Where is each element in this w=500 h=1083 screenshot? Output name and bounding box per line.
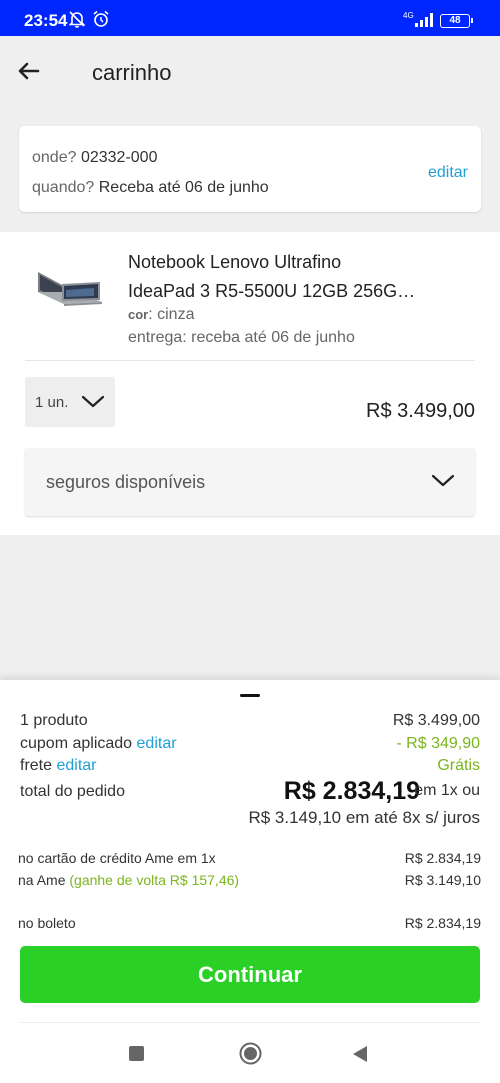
edit-shipping-link[interactable]: editar: [56, 757, 96, 774]
color-value: cinza: [157, 306, 195, 323]
product-name[interactable]: Notebook Lenovo Ultrafino IdeaPad 3 R5-5…: [128, 248, 468, 306]
quantity-value: 1 un.: [35, 394, 69, 411]
product-name-line-2: IdeaPad 3 R5-5500U 12GB 256G…: [128, 281, 416, 301]
app-bar: carrinho: [0, 36, 500, 108]
status-bar: 23:54 4G 48: [0, 0, 500, 36]
network-type: 4G: [403, 11, 414, 20]
where-label: onde?: [32, 149, 77, 166]
products-row: 1 produto R$ 3.499,00: [20, 712, 480, 730]
nav-divider: [20, 1022, 480, 1023]
item-price: R$ 3.499,00: [366, 400, 475, 422]
shipping-value: Grátis: [437, 757, 480, 774]
color-label: cor: [128, 307, 149, 322]
delivery-card: onde? 02332-000 quando? Receba até 06 de…: [19, 126, 481, 212]
zipcode-value: 02332-000: [80, 149, 158, 166]
page-title: carrinho: [92, 60, 172, 85]
nav-back-icon[interactable]: [351, 1044, 369, 1064]
shipping-row: frete editar Grátis: [20, 757, 480, 775]
product-name-line-1: Notebook Lenovo Ultrafino: [128, 252, 342, 272]
shipping-label: frete: [20, 757, 53, 774]
color-separator: :: [148, 306, 158, 323]
ame-cashback: (ganhe de volta R$ 157,46): [69, 872, 240, 888]
coupon-discount-value: - R$ 349,90: [396, 735, 480, 752]
quantity-selector[interactable]: 1 un.: [25, 377, 115, 427]
ame-label: na Ame: [18, 872, 66, 888]
continue-button[interactable]: Continuar: [20, 946, 480, 1003]
nav-home-icon[interactable]: [239, 1042, 262, 1065]
installment-text: R$ 3.149,10 em até 8x s/ juros: [248, 808, 480, 827]
products-value: R$ 3.499,00: [392, 712, 480, 729]
ame-value: R$ 3.149,10: [404, 872, 481, 888]
order-summary-sheet: 1 produto R$ 3.499,00 cupom aplicado edi…: [0, 680, 500, 1083]
alarm-icon: [93, 10, 109, 27]
chevron-down-icon: [81, 395, 105, 408]
cart-item: Notebook Lenovo Ultrafino IdeaPad 3 R5-5…: [0, 232, 500, 535]
delivery-date-value: Receba até 06 de junho: [98, 179, 269, 196]
total-value: R$ 2.834,19: [283, 777, 420, 805]
signal-icon: [415, 13, 433, 27]
delivery-when-row: quando? Receba até 06 de junho: [32, 179, 269, 197]
payment-ame-card-row: no cartão de crédito Ame em 1x R$ 2.834,…: [18, 850, 481, 866]
coupon-row: cupom aplicado editar - R$ 349,90: [20, 735, 480, 753]
coupon-label: cupom aplicado: [20, 735, 133, 752]
products-label: 1 produto: [20, 712, 88, 729]
divider: [25, 360, 475, 361]
laptop-image[interactable]: [36, 270, 104, 316]
payment-boleto-row: no boleto R$ 2.834,19: [18, 915, 481, 931]
delivery-where-row: onde? 02332-000: [32, 149, 157, 167]
insurance-dropdown[interactable]: seguros disponíveis: [25, 448, 475, 516]
when-label: quando?: [32, 179, 95, 196]
product-delivery-estimate: entrega: receba até 06 de junho: [128, 329, 355, 346]
insurance-label: seguros disponíveis: [46, 472, 206, 492]
boleto-value: R$ 2.834,19: [404, 915, 481, 931]
edit-delivery-link[interactable]: editar: [428, 164, 468, 182]
total-suffix: em 1x ou: [414, 782, 480, 799]
nav-recents-icon[interactable]: [129, 1046, 144, 1061]
boleto-label: no boleto: [18, 915, 76, 931]
back-arrow-icon[interactable]: [14, 56, 44, 86]
total-label: total do pedido: [20, 783, 125, 800]
sheet-drag-handle[interactable]: [240, 694, 260, 697]
battery-icon: 48: [440, 14, 473, 28]
edit-coupon-link[interactable]: editar: [137, 735, 177, 752]
chevron-down-icon: [431, 474, 455, 487]
status-time: 23:54: [24, 11, 68, 30]
mute-bell-icon: [68, 11, 86, 28]
product-color: cor: cinza: [128, 306, 194, 324]
ame-card-label: no cartão de crédito Ame em 1x: [18, 850, 216, 866]
payment-ame-row: na Ame (ganhe de volta R$ 157,46) R$ 3.1…: [18, 872, 481, 888]
ame-card-value: R$ 2.834,19: [404, 850, 481, 866]
